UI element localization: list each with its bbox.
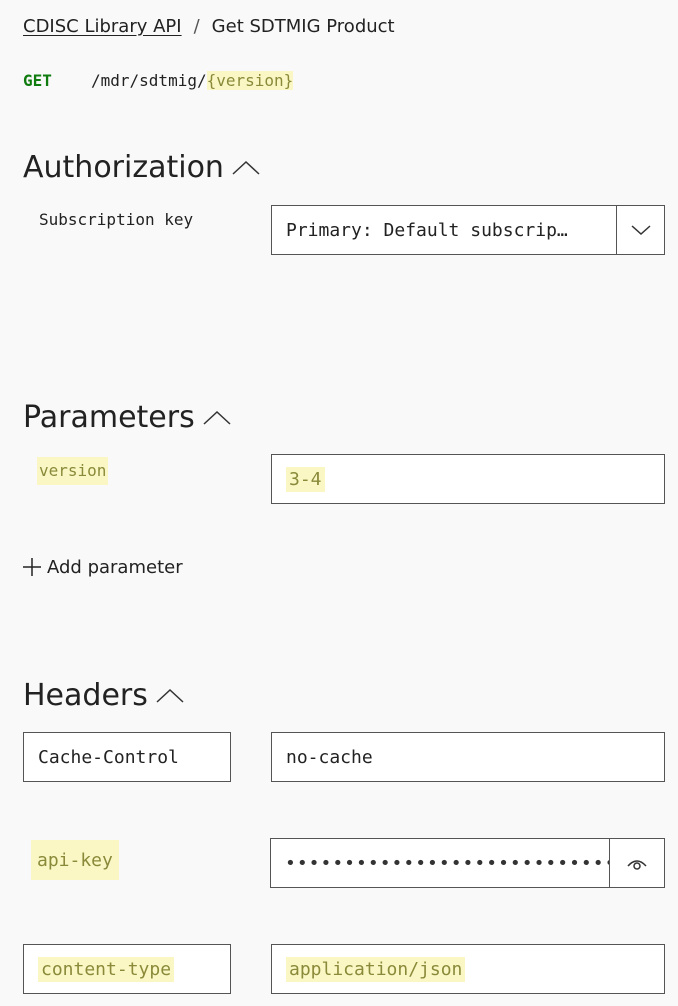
header-value-input[interactable]: application/json: [271, 944, 665, 994]
header-value-text: application/json: [286, 956, 466, 982]
header-value-input[interactable]: no-cache: [271, 732, 665, 782]
chevron-up-icon[interactable]: [156, 686, 184, 704]
subscription-key-label: Subscription key: [39, 210, 194, 229]
add-parameter-button[interactable]: Add parameter: [23, 553, 183, 581]
header-value-text: no-cache: [286, 746, 373, 768]
subscription-key-dropdown-button[interactable]: [616, 206, 664, 254]
api-key-masked-value: ••••••••••••••••••••••••••••••: [285, 852, 609, 874]
parameters-title: Parameters: [23, 399, 195, 435]
header-name-text: content-type: [38, 956, 175, 982]
plus-icon: [23, 558, 41, 576]
headers-title: Headers: [23, 677, 148, 713]
endpoint-path-param: {version}: [206, 70, 294, 90]
header-name-input[interactable]: Cache-Control: [23, 732, 231, 782]
add-parameter-label: Add parameter: [47, 556, 183, 578]
parameters-section-title[interactable]: Parameters: [23, 396, 231, 438]
reveal-api-key-button[interactable]: [609, 839, 664, 887]
breadcrumb-api-link[interactable]: CDISC Library API: [23, 16, 182, 37]
header-name-input[interactable]: content-type: [23, 944, 231, 994]
parameter-value-text: 3-4: [286, 466, 325, 492]
endpoint-line: GET /mdr/sdtmig/{version}: [23, 66, 294, 94]
breadcrumb-current: Get SDTMIG Product: [211, 15, 395, 37]
authorization-section-title[interactable]: Authorization: [23, 146, 260, 188]
parameter-name-version: version: [37, 457, 109, 485]
endpoint-path: /mdr/sdtmig/: [91, 70, 207, 90]
chevron-up-icon[interactable]: [203, 408, 231, 426]
http-method: GET: [23, 70, 52, 90]
breadcrumb: CDISC Library API / Get SDTMIG Product: [23, 12, 395, 40]
chevron-down-icon: [631, 225, 650, 236]
headers-section-title[interactable]: Headers: [23, 674, 184, 716]
parameter-value-input[interactable]: 3-4: [271, 454, 665, 504]
chevron-up-icon[interactable]: [232, 158, 260, 176]
subscription-key-select[interactable]: Primary: Default subscrip…: [271, 205, 665, 255]
authorization-title: Authorization: [23, 149, 224, 185]
api-key-input[interactable]: ••••••••••••••••••••••••••••••: [270, 838, 665, 888]
breadcrumb-separator: /: [193, 15, 200, 37]
subscription-key-value: Primary: Default subscrip…: [286, 219, 568, 241]
eye-icon: [627, 860, 647, 870]
header-name-text: Cache-Control: [38, 746, 179, 768]
header-name-api-key: api-key: [31, 840, 119, 880]
